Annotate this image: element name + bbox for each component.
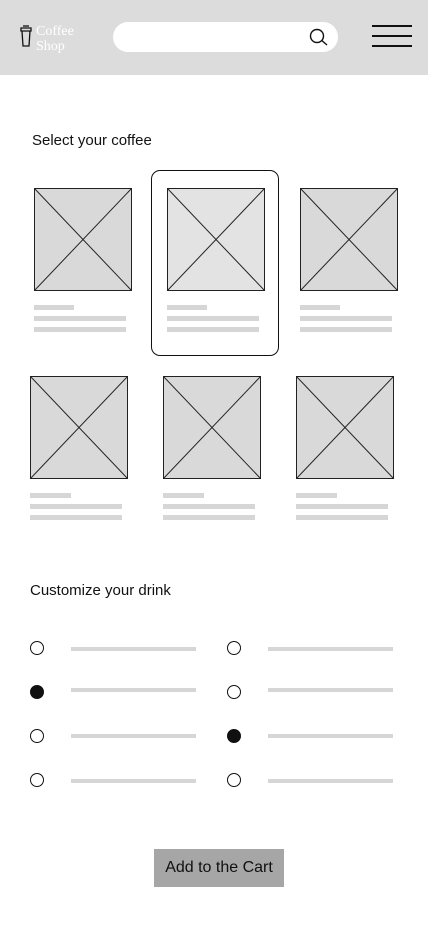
option-radio-left-2[interactable] (30, 685, 44, 699)
coffee-item-image-2[interactable] (167, 188, 265, 291)
option-radio-right-3[interactable] (227, 729, 241, 743)
hamburger-menu-icon[interactable] (372, 25, 412, 47)
coffee-item-2-title-line (167, 305, 207, 310)
option-label-line (268, 647, 393, 651)
coffee-item-1-title-line (34, 305, 74, 310)
option-radio-left-4[interactable] (30, 773, 44, 787)
header: Coffee Shop (0, 0, 428, 75)
coffee-item-image-6[interactable] (296, 376, 394, 479)
coffee-item-6-title-line (296, 493, 337, 498)
coffee-item-6-desc-line (296, 504, 388, 509)
option-label-line (71, 647, 196, 651)
coffee-item-5-title-line (163, 493, 204, 498)
coffee-item-4-desc-line (30, 504, 122, 509)
coffee-item-5-desc-line (163, 504, 255, 509)
coffee-item-3-desc-line (300, 316, 392, 321)
search-input[interactable] (113, 22, 338, 52)
coffee-item-4-title-line (30, 493, 71, 498)
logo-text: Coffee Shop (36, 24, 74, 54)
coffee-item-2-desc-line (167, 327, 259, 332)
option-radio-right-4[interactable] (227, 773, 241, 787)
select-coffee-title: Select your coffee (32, 132, 152, 149)
search-icon[interactable] (309, 28, 329, 46)
option-label-line (71, 779, 196, 783)
option-radio-right-1[interactable] (227, 641, 241, 655)
option-radio-left-3[interactable] (30, 729, 44, 743)
option-radio-left-1[interactable] (30, 641, 44, 655)
coffee-item-image-3[interactable] (300, 188, 398, 291)
coffee-item-6-desc-line (296, 515, 388, 520)
coffee-item-image-5[interactable] (163, 376, 261, 479)
logo-line-1: Coffee (36, 24, 74, 39)
coffee-cup-icon (20, 25, 32, 47)
coffee-item-2-desc-line (167, 316, 259, 321)
option-label-line (71, 688, 196, 692)
option-label-line (268, 779, 393, 783)
option-radio-right-2[interactable] (227, 685, 241, 699)
logo-line-2: Shop (36, 39, 65, 54)
coffee-item-3-desc-line (300, 327, 392, 332)
coffee-item-image-4[interactable] (30, 376, 128, 479)
option-label-line (71, 734, 196, 738)
option-label-line (268, 734, 393, 738)
coffee-item-3-title-line (300, 305, 340, 310)
coffee-item-5-desc-line (163, 515, 255, 520)
coffee-item-1-desc-line (34, 327, 126, 332)
logo[interactable]: Coffee Shop (19, 24, 89, 54)
coffee-item-4-desc-line (30, 515, 122, 520)
coffee-item-image-1[interactable] (34, 188, 132, 291)
add-to-cart-button[interactable]: Add to the Cart (154, 849, 284, 887)
option-label-line (268, 688, 393, 692)
coffee-item-1-desc-line (34, 316, 126, 321)
customize-drink-title: Customize your drink (30, 582, 171, 599)
